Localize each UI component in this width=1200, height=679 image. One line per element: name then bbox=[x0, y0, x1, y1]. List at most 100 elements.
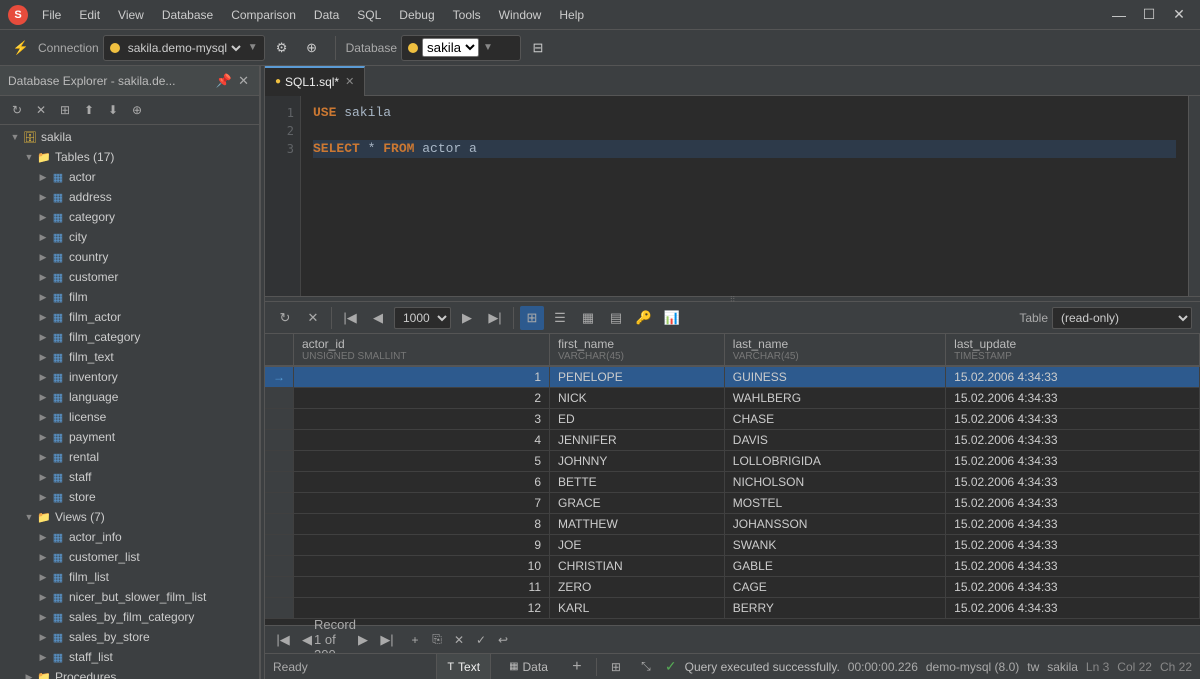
tree-node-film[interactable]: ▶ ▦ film bbox=[0, 287, 259, 307]
editor-content[interactable]: USE sakila SELECT * FROM actor a bbox=[301, 96, 1188, 296]
sidebar-filter-button[interactable]: ⬆ bbox=[78, 99, 100, 121]
maximize-button[interactable]: ☐ bbox=[1136, 4, 1162, 26]
tree-node-staff-list[interactable]: ▶ ▦ staff_list bbox=[0, 647, 259, 667]
page-size-selector[interactable]: 1000 bbox=[394, 307, 451, 329]
menu-view[interactable]: View bbox=[110, 6, 152, 24]
tree-node-film-list[interactable]: ▶ ▦ film_list bbox=[0, 567, 259, 587]
col-header-first-name[interactable]: first_name VARCHAR(45) bbox=[550, 334, 725, 366]
menu-window[interactable]: Window bbox=[491, 6, 550, 24]
close-button[interactable]: ✕ bbox=[1166, 4, 1192, 26]
menu-data[interactable]: Data bbox=[306, 6, 347, 24]
database-dropdown[interactable]: sakila bbox=[422, 38, 479, 57]
sidebar-settings-button[interactable]: ⬇ bbox=[102, 99, 124, 121]
tree-node-store[interactable]: ▶ ▦ store bbox=[0, 487, 259, 507]
tree-node-views[interactable]: ▼ 📁 Views (7) bbox=[0, 507, 259, 527]
sidebar-pin-button[interactable]: 📌 bbox=[214, 71, 234, 91]
tree-node-city[interactable]: ▶ ▦ city bbox=[0, 227, 259, 247]
sidebar-close-button[interactable]: ✕ bbox=[236, 71, 251, 91]
copy-record-button[interactable]: ⎘ bbox=[427, 630, 447, 650]
menu-tools[interactable]: Tools bbox=[445, 6, 489, 24]
col-header-actor-id[interactable]: actor_id UNSIGNED SMALLINT bbox=[294, 334, 550, 366]
refresh-button[interactable]: ↻ bbox=[273, 306, 297, 330]
tree-node-procedures[interactable]: ▶ 📁 Procedures bbox=[0, 667, 259, 679]
table-row[interactable]: 3EDCHASE15.02.2006 4:34:33 bbox=[265, 409, 1200, 430]
col-header-last-name[interactable]: last_name VARCHAR(45) bbox=[724, 334, 945, 366]
json-view-button[interactable]: 🔑 bbox=[632, 306, 656, 330]
toolbar-icon-2[interactable]: ⚙ bbox=[269, 35, 295, 61]
menu-debug[interactable]: Debug bbox=[391, 6, 442, 24]
table-row[interactable]: 6BETTENICHOLSON15.02.2006 4:34:33 bbox=[265, 472, 1200, 493]
tree-node-nicer-film-list[interactable]: ▶ ▦ nicer_but_slower_film_list bbox=[0, 587, 259, 607]
table-row[interactable]: 11ZEROCAGE15.02.2006 4:34:33 bbox=[265, 577, 1200, 598]
tree-node-film-category[interactable]: ▶ ▦ film_category bbox=[0, 327, 259, 347]
toolbar-icon-1[interactable]: ⚡ bbox=[8, 35, 34, 61]
tree-node-sales-by-store[interactable]: ▶ ▦ sales_by_store bbox=[0, 627, 259, 647]
menu-help[interactable]: Help bbox=[551, 6, 592, 24]
page-size-dropdown[interactable]: 1000 bbox=[394, 307, 451, 329]
tree-node-customer[interactable]: ▶ ▦ customer bbox=[0, 267, 259, 287]
status-layout-button[interactable]: ⊞ bbox=[605, 656, 627, 678]
tree-node-tables[interactable]: ▼ 📁 Tables (17) bbox=[0, 147, 259, 167]
tree-node-address[interactable]: ▶ ▦ address bbox=[0, 187, 259, 207]
status-fullscreen-button[interactable]: ⤡ bbox=[635, 656, 657, 678]
column-view-button[interactable]: ▦ bbox=[576, 306, 600, 330]
minimize-button[interactable]: — bbox=[1106, 4, 1132, 26]
sidebar-collapse-button[interactable]: ✕ bbox=[30, 99, 52, 121]
sidebar-new-connection-button[interactable]: ⊞ bbox=[54, 99, 76, 121]
table-row[interactable]: 12KARLBERRY15.02.2006 4:34:33 bbox=[265, 598, 1200, 619]
tree-node-actor-info[interactable]: ▶ ▦ actor_info bbox=[0, 527, 259, 547]
tree-node-payment[interactable]: ▶ ▦ payment bbox=[0, 427, 259, 447]
first-row-button[interactable]: |◀ bbox=[338, 306, 362, 330]
table-row[interactable]: 10CHRISTIANGABLE15.02.2006 4:34:33 bbox=[265, 556, 1200, 577]
tree-node-inventory[interactable]: ▶ ▦ inventory bbox=[0, 367, 259, 387]
tree-node-sales-by-film[interactable]: ▶ ▦ sales_by_film_category bbox=[0, 607, 259, 627]
table-row[interactable]: 2NICKWAHLBERG15.02.2006 4:34:33 bbox=[265, 388, 1200, 409]
status-text-tab[interactable]: T Text bbox=[436, 654, 491, 679]
tree-node-rental[interactable]: ▶ ▦ rental bbox=[0, 447, 259, 467]
save-record-button[interactable]: ✓ bbox=[471, 630, 491, 650]
plain-grid-button[interactable]: ☰ bbox=[548, 306, 572, 330]
menu-comparison[interactable]: Comparison bbox=[223, 6, 304, 24]
toolbar-icon-3[interactable]: ⊕ bbox=[299, 35, 325, 61]
record-view-button[interactable]: ▤ bbox=[604, 306, 628, 330]
database-selector[interactable]: sakila ▼ bbox=[401, 35, 521, 61]
data-grid-wrap[interactable]: actor_id UNSIGNED SMALLINT first_name VA… bbox=[265, 334, 1200, 625]
menu-database[interactable]: Database bbox=[154, 6, 221, 24]
status-data-tab[interactable]: ▦ Data bbox=[499, 654, 558, 679]
table-row[interactable]: 4JENNIFERDAVIS15.02.2006 4:34:33 bbox=[265, 430, 1200, 451]
tree-node-customer-list[interactable]: ▶ ▦ customer_list bbox=[0, 547, 259, 567]
tree-node-sakila[interactable]: ▼ 🗄 sakila bbox=[0, 127, 259, 147]
col-header-last-update[interactable]: last_update TIMESTAMP bbox=[946, 334, 1200, 366]
table-mode-dropdown[interactable]: (read-only) bbox=[1052, 307, 1192, 329]
prev-row-button[interactable]: ◀ bbox=[366, 306, 390, 330]
editor-scrollbar[interactable] bbox=[1188, 96, 1200, 296]
nav-next[interactable]: ▶ bbox=[353, 630, 373, 650]
connection-dropdown[interactable]: sakila.demo-mysql bbox=[124, 40, 244, 56]
calc-button[interactable]: 📊 bbox=[660, 306, 684, 330]
sidebar-more-button[interactable]: ⊕ bbox=[126, 99, 148, 121]
table-row[interactable]: 9JOESWANK15.02.2006 4:34:33 bbox=[265, 535, 1200, 556]
tree-node-country[interactable]: ▶ ▦ country bbox=[0, 247, 259, 267]
tree-node-staff[interactable]: ▶ ▦ staff bbox=[0, 467, 259, 487]
menu-file[interactable]: File bbox=[34, 6, 69, 24]
nav-last[interactable]: ▶| bbox=[377, 630, 397, 650]
grid-view-button[interactable]: ⊞ bbox=[520, 306, 544, 330]
tree-node-category[interactable]: ▶ ▦ category bbox=[0, 207, 259, 227]
tree-node-film-text[interactable]: ▶ ▦ film_text bbox=[0, 347, 259, 367]
next-row-button[interactable]: ▶ bbox=[455, 306, 479, 330]
revert-record-button[interactable]: ↩ bbox=[493, 630, 513, 650]
toolbar-icon-4[interactable]: ⊟ bbox=[525, 35, 551, 61]
sql-tab[interactable]: ● SQL1.sql* ✕ bbox=[265, 66, 365, 96]
last-row-button[interactable]: ▶| bbox=[483, 306, 507, 330]
delete-record-button[interactable]: ✕ bbox=[449, 630, 469, 650]
stop-button[interactable]: ✕ bbox=[301, 306, 325, 330]
menu-edit[interactable]: Edit bbox=[71, 6, 108, 24]
table-row[interactable]: →1PENELOPEGUINESS15.02.2006 4:34:33 bbox=[265, 366, 1200, 388]
table-row[interactable]: 5JOHNNYLOLLOBRIGIDA15.02.2006 4:34:33 bbox=[265, 451, 1200, 472]
add-record-button[interactable]: + bbox=[405, 630, 425, 650]
tree-node-actor[interactable]: ▶ ▦ actor bbox=[0, 167, 259, 187]
sql-editor[interactable]: 1 2 3 USE sakila SELECT * FROM actor a bbox=[265, 96, 1200, 296]
table-row[interactable]: 8MATTHEWJOHANSSON15.02.2006 4:34:33 bbox=[265, 514, 1200, 535]
add-tab-button[interactable]: + bbox=[566, 656, 588, 678]
nav-first[interactable]: |◀ bbox=[273, 630, 293, 650]
